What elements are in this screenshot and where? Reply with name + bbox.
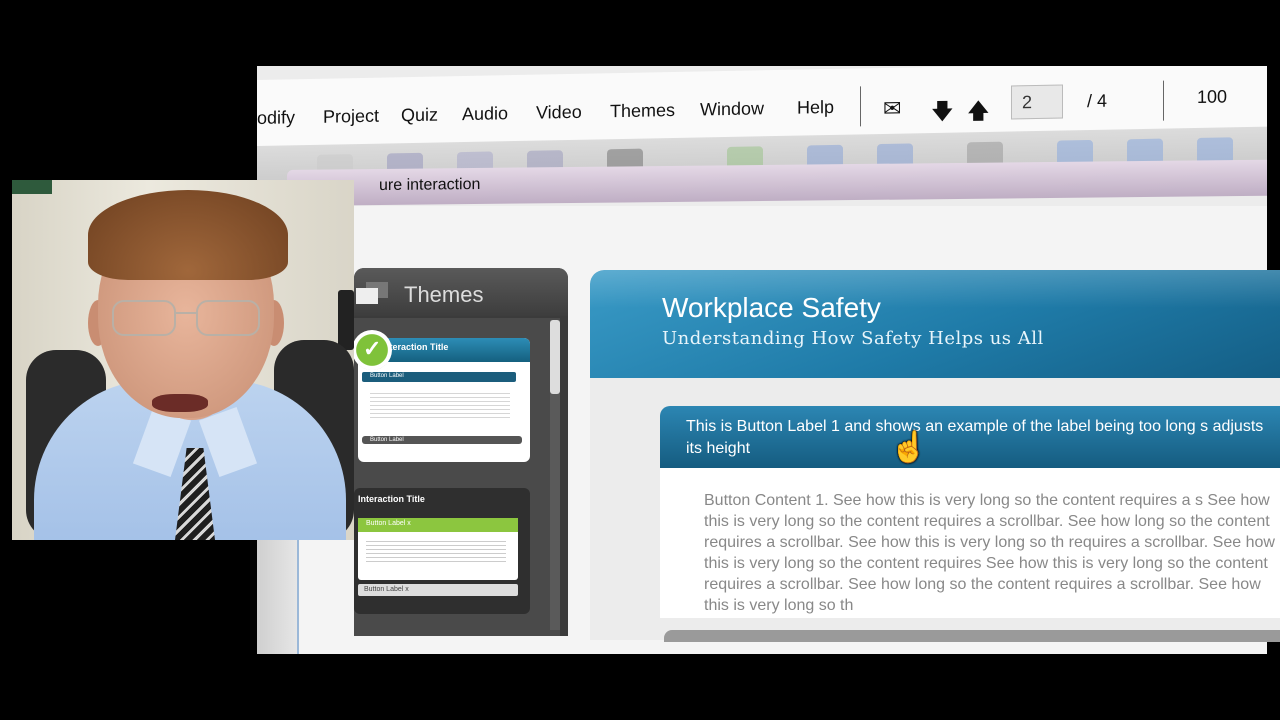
slide-header: Workplace Safety Understanding How Safet… [590,270,1280,378]
menu-quiz[interactable]: Quiz [401,105,438,127]
themes-panel-title: Themes [404,282,484,307]
accordion-button-1[interactable]: This is Button Label 1 and shows an exam… [660,406,1280,468]
menu-separator [860,86,861,127]
selected-check-icon [352,330,392,370]
arrow-up-icon[interactable]: 🡅 [967,94,990,132]
themes-scrollbar-thumb[interactable] [550,320,560,394]
menu-window[interactable]: Window [700,98,764,120]
accordion-button-2[interactable] [664,630,1280,642]
theme-thumbnail-dark[interactable]: Interaction Title Button Label x Button … [354,488,530,614]
theme-thumbnail-button: Button Label [362,436,522,444]
presenter-hair [88,190,288,280]
theme-thumbnail-body: Button Label x [358,518,518,580]
page-total: / 4 [1087,90,1108,112]
theme-thumbnail-button: Button Label x [358,584,518,596]
menu-help[interactable]: Help [797,97,834,119]
themes-icon [356,282,388,304]
presenter-glasses [112,300,262,336]
page-number-input[interactable]: 2 [1011,84,1063,120]
slide-subtitle: Understanding How Safety Helps us All [662,328,1044,349]
theme-thumbnail-title: Interaction Title [358,494,425,504]
theme-thumbnail-text [370,390,510,420]
background-lamp [338,290,354,350]
webcam-overlay [12,180,354,540]
zoom-level[interactable]: 100 [1197,86,1227,108]
presenter-mouth [152,394,208,412]
menu-project[interactable]: Project [323,106,379,128]
accordion-button-label: This is Button Label 1 and shows an exam… [686,418,1264,457]
accordion-content-text: Button Content 1. See how this is very l… [704,492,1275,614]
arrow-down-icon[interactable]: 🡇 [931,95,954,133]
menu-separator [1163,80,1164,121]
menu-video[interactable]: Video [536,102,582,124]
accordion-content-1[interactable]: Button Content 1. See how this is very l… [660,468,1280,618]
menu-modify[interactable]: odify [257,107,295,129]
theme-thumbnail-button: Button Label [362,372,516,382]
slide-title: Workplace Safety [662,292,881,323]
document-tab-title: ure interaction [379,175,481,195]
themes-panel: Themes nteraction Title Button Label But… [352,268,568,636]
theme-thumbnail-button: Button Label x [358,518,518,532]
envelope-icon[interactable]: ✉ [883,96,901,122]
themes-panel-header: Themes [354,268,568,316]
hand-cursor-icon: ☝ [890,431,928,464]
theme-thumbnail-text [366,538,506,564]
menu-audio[interactable]: Audio [462,103,508,125]
wall-frame [12,180,52,194]
theme-thumbnail-title: nteraction Title [384,342,449,352]
menu-themes[interactable]: Themes [610,100,675,122]
